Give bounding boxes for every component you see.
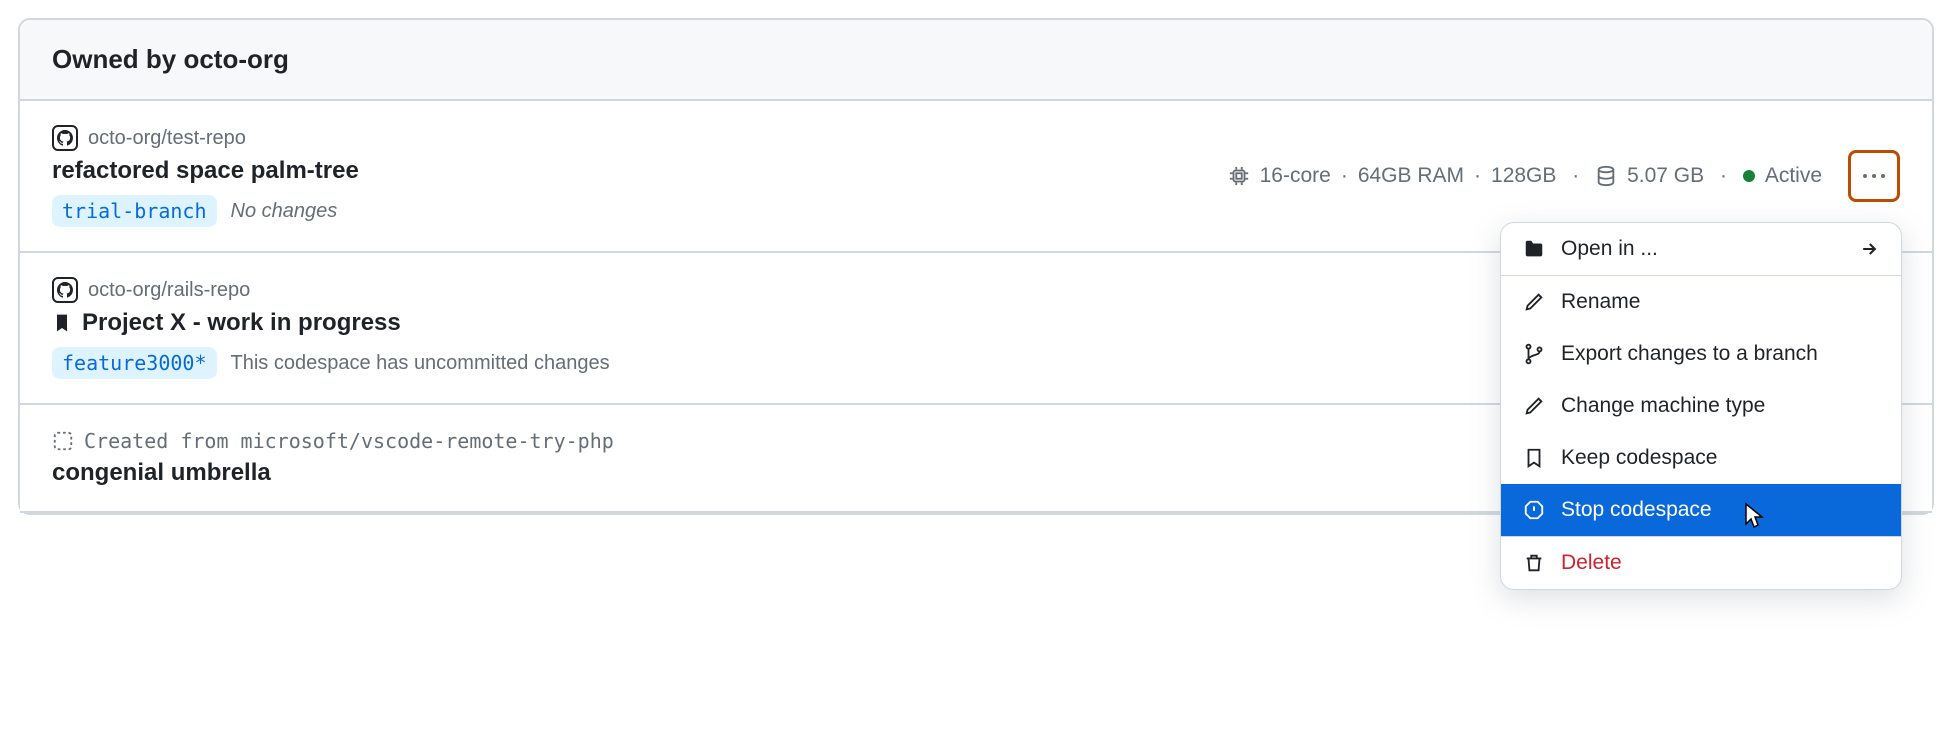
github-icon <box>52 277 78 303</box>
spec-disk: 128GB <box>1491 164 1556 188</box>
git-branch-icon <box>1523 343 1545 365</box>
menu-label: Stop codespace <box>1561 498 1712 522</box>
pencil-icon <box>1523 395 1545 417</box>
codespace-actions-menu: Open in ... Rename Export changes to a b… <box>1500 222 1902 590</box>
codespace-title[interactable]: refactored space palm-tree <box>52 157 359 185</box>
kebab-menu-button[interactable] <box>1848 150 1900 202</box>
codespace-title[interactable]: congenial umbrella <box>52 459 271 487</box>
repo-line: octo-org/rails-repo <box>52 277 610 303</box>
trash-icon <box>1523 552 1545 574</box>
menu-change-machine[interactable]: Change machine type <box>1501 380 1901 432</box>
arrow-right-icon <box>1859 239 1879 259</box>
menu-label: Delete <box>1561 551 1622 575</box>
folder-icon <box>1523 238 1545 260</box>
bookmark-icon <box>1523 447 1545 469</box>
menu-stop-codespace[interactable]: Stop codespace <box>1501 484 1901 536</box>
menu-delete[interactable]: Delete <box>1501 537 1901 589</box>
changes-text: No changes <box>231 200 338 223</box>
github-icon <box>52 125 78 151</box>
menu-rename[interactable]: Rename <box>1501 276 1901 328</box>
stop-icon <box>1523 499 1545 521</box>
branch-pill[interactable]: feature3000* <box>52 347 217 379</box>
status-dot-icon <box>1743 170 1755 182</box>
panel-header: Owned by octo-org <box>20 20 1932 101</box>
menu-export-branch[interactable]: Export changes to a branch <box>1501 328 1901 380</box>
template-icon <box>52 430 74 452</box>
branch-pill[interactable]: trial-branch <box>52 195 217 227</box>
repo-name[interactable]: octo-org/rails-repo <box>88 279 250 302</box>
menu-label: Keep codespace <box>1561 446 1717 470</box>
panel-title: Owned by octo-org <box>52 44 1900 75</box>
repo-name[interactable]: octo-org/test-repo <box>88 127 246 150</box>
cpu-icon <box>1228 165 1250 187</box>
database-icon <box>1595 165 1617 187</box>
storage-size: 5.07 GB <box>1627 164 1704 188</box>
changes-text: This codespace has uncommitted changes <box>231 352 610 375</box>
spec-cores: 16-core <box>1260 164 1331 188</box>
repo-line: octo-org/test-repo <box>52 125 359 151</box>
created-from-text: Created from microsoft/vscode-remote-try… <box>84 429 614 453</box>
pencil-icon <box>1523 291 1545 313</box>
menu-label: Change machine type <box>1561 394 1765 418</box>
menu-label: Rename <box>1561 290 1640 314</box>
menu-label: Open in ... <box>1561 237 1658 261</box>
codespaces-panel: Owned by octo-org octo-org/test-repo ref… <box>18 18 1934 515</box>
spec-ram: 64GB RAM <box>1358 164 1464 188</box>
codespace-title[interactable]: Project X - work in progress <box>82 309 401 337</box>
menu-open-in[interactable]: Open in ... <box>1501 223 1901 276</box>
status-text: Active <box>1765 164 1822 188</box>
menu-label: Export changes to a branch <box>1561 342 1818 366</box>
bookmark-icon <box>52 313 72 333</box>
repo-line: Created from microsoft/vscode-remote-try… <box>52 429 614 453</box>
menu-keep-codespace[interactable]: Keep codespace <box>1501 432 1901 484</box>
codespace-meta: 16-core · 64GB RAM · 128GB · 5.07 GB · A… <box>1228 150 1900 202</box>
